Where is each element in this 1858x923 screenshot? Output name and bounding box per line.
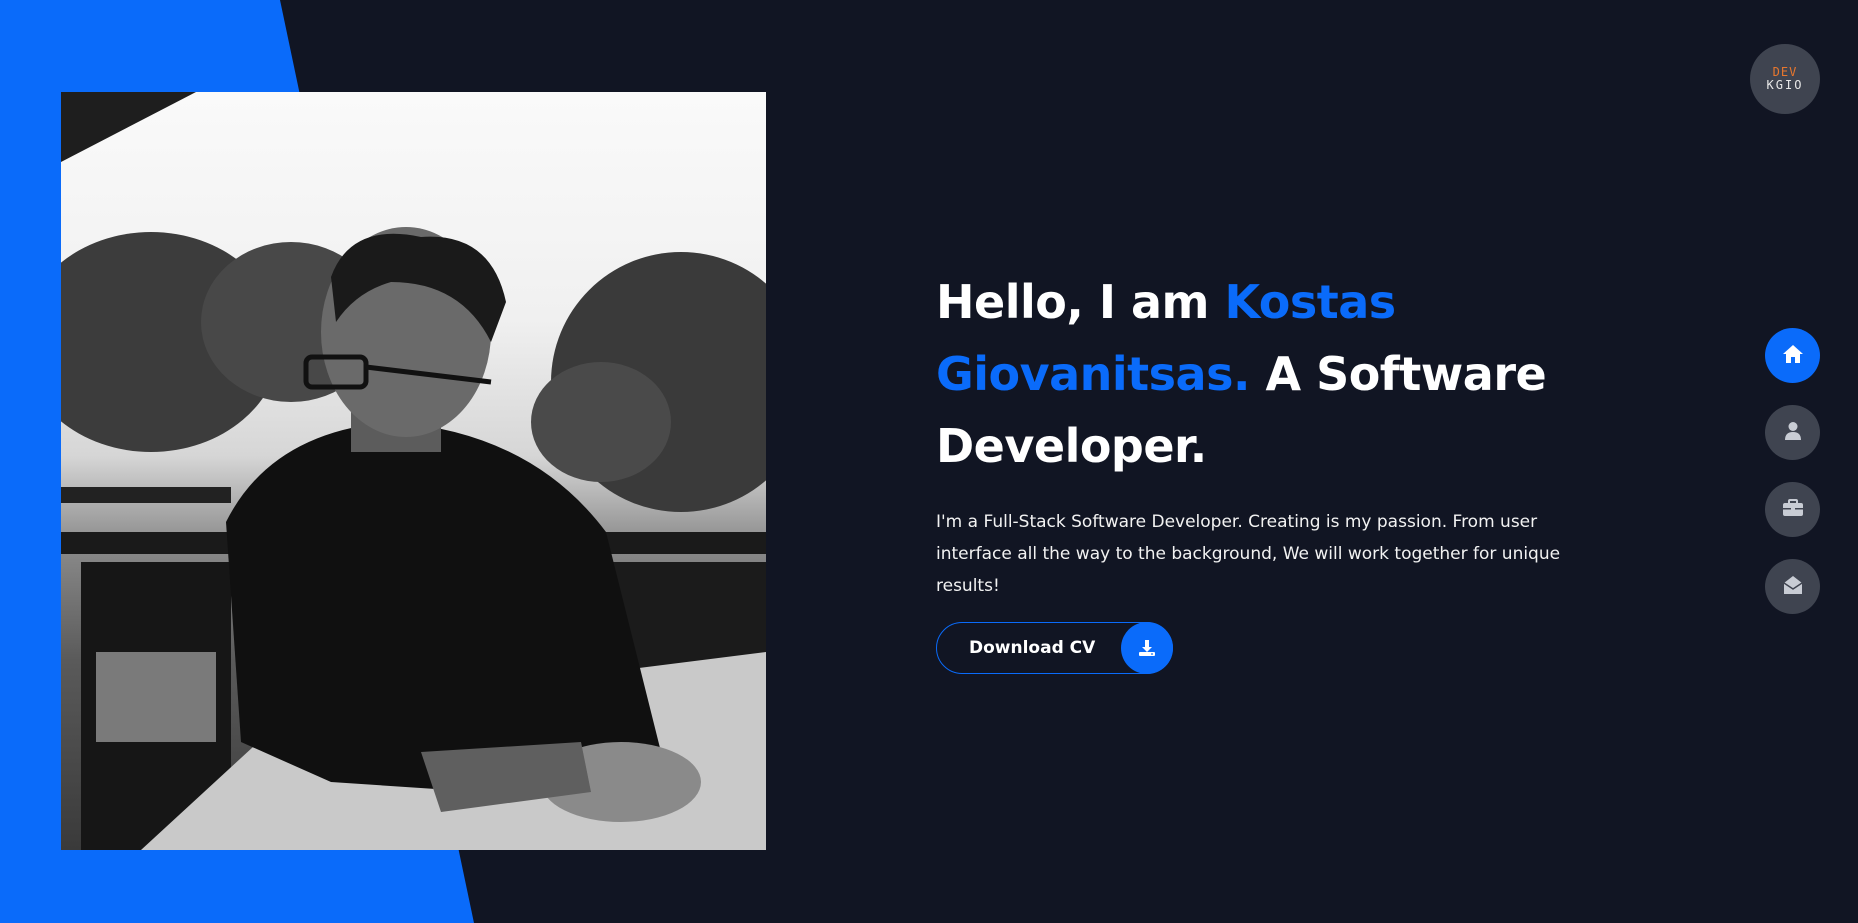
nav-contact-button[interactable] bbox=[1765, 559, 1820, 614]
brand-logo[interactable]: DEV KGIO bbox=[1750, 44, 1820, 114]
side-navigation bbox=[1765, 328, 1820, 636]
logo-line-kgio: KGIO bbox=[1766, 78, 1804, 92]
nav-about-button[interactable] bbox=[1765, 405, 1820, 460]
briefcase-icon bbox=[1782, 498, 1804, 521]
profile-photo bbox=[61, 92, 766, 850]
profile-photo-illustration bbox=[61, 92, 766, 850]
nav-home-button[interactable] bbox=[1765, 328, 1820, 383]
user-icon bbox=[1784, 421, 1802, 445]
download-cv-label: Download CV bbox=[969, 638, 1096, 658]
download-cv-button[interactable]: Download CV bbox=[936, 622, 1173, 674]
page: DEV KGIO Hello, I am Kostas Giovanitsas.… bbox=[0, 0, 1858, 923]
hero-section: Hello, I am Kostas Giovanitsas. A Softwa… bbox=[936, 266, 1616, 674]
hero-title-prefix: Hello, I am bbox=[936, 275, 1225, 329]
home-icon bbox=[1782, 344, 1804, 368]
nav-portfolio-button[interactable] bbox=[1765, 482, 1820, 537]
hero-title: Hello, I am Kostas Giovanitsas. A Softwa… bbox=[936, 266, 1616, 482]
download-icon bbox=[1121, 622, 1173, 674]
envelope-open-icon bbox=[1783, 575, 1803, 599]
hero-description: I'm a Full-Stack Software Developer. Cre… bbox=[936, 512, 1561, 596]
